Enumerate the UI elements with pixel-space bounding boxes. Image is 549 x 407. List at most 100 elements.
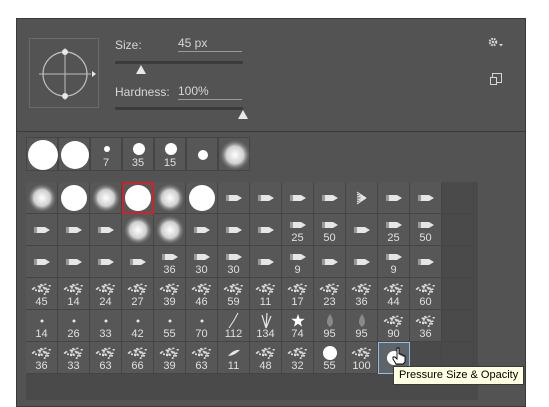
brush-preset[interactable] (346, 246, 378, 278)
brush-preset[interactable]: 9 (378, 246, 410, 278)
brush-preset[interactable]: 11 (218, 342, 250, 374)
brush-preset[interactable]: 36 (410, 310, 442, 342)
brush-preset[interactable] (410, 182, 442, 214)
brush-size-label: 70 (195, 328, 208, 340)
new-preset-icon[interactable] (490, 72, 502, 85)
brush-preset[interactable]: 33 (90, 310, 122, 342)
hardness-slider-thumb[interactable] (238, 110, 248, 119)
brush-preset[interactable]: 24 (90, 278, 122, 310)
brush-preset[interactable] (122, 182, 154, 214)
brush-preset[interactable]: 11 (250, 278, 282, 310)
brush-preset[interactable]: 50 (410, 214, 442, 246)
brush-preset[interactable]: 25 (378, 214, 410, 246)
recent-brush-preset[interactable]: 15 (154, 137, 186, 171)
brush-size-label: 14 (35, 328, 48, 340)
brush-preset[interactable]: 14 (58, 278, 90, 310)
brush-preset[interactable] (58, 182, 90, 214)
brush-preset[interactable]: 66 (122, 342, 154, 374)
brush-preset[interactable] (154, 214, 186, 246)
size-value-field[interactable]: 45 px (178, 36, 242, 52)
recent-brush-preset[interactable]: 35 (122, 137, 154, 171)
brush-preset[interactable]: 59 (218, 278, 250, 310)
brush-preset[interactable]: 74 (282, 310, 314, 342)
brush-preset[interactable]: 36 (26, 342, 58, 374)
size-slider-thumb[interactable] (135, 65, 146, 74)
brush-preset[interactable]: 32 (282, 342, 314, 374)
brush-preset[interactable] (90, 246, 122, 278)
brush-size-label: 30 (227, 264, 240, 276)
brush-preset[interactable]: 23 (314, 278, 346, 310)
brush-preset[interactable]: 95 (314, 310, 346, 342)
recent-brush-preset[interactable] (58, 137, 90, 171)
brush-preset[interactable]: 39 (154, 278, 186, 310)
brush-preset[interactable]: 46 (186, 278, 218, 310)
brush-preset[interactable]: 44 (378, 278, 410, 310)
brush-preset[interactable]: 25 (282, 214, 314, 246)
brush-preset[interactable] (90, 182, 122, 214)
brush-preset[interactable]: 26 (58, 310, 90, 342)
brush-preset[interactable] (186, 182, 218, 214)
brush-preset[interactable] (122, 214, 154, 246)
hardness-value-field[interactable]: 100% (178, 84, 242, 100)
brush-preset[interactable] (154, 182, 186, 214)
brush-preset[interactable] (314, 246, 346, 278)
brush-preset[interactable] (218, 182, 250, 214)
recent-brush-preset[interactable]: 7 (90, 137, 122, 171)
brush-preset[interactable]: 36 (346, 278, 378, 310)
recent-brush-preset[interactable] (26, 137, 58, 171)
brush-preset[interactable]: 17 (282, 278, 314, 310)
brush-preset[interactable] (90, 214, 122, 246)
brush-angle-roundness-widget[interactable] (29, 38, 99, 108)
gear-icon[interactable] (487, 36, 505, 50)
brush-preset[interactable] (26, 246, 58, 278)
brush-preset[interactable]: 55 (314, 342, 346, 374)
brush-preset[interactable]: 33 (58, 342, 90, 374)
brush-size-label: 134 (256, 328, 275, 340)
brush-preset[interactable]: 42 (122, 310, 154, 342)
recent-brush-preset[interactable] (186, 137, 218, 171)
brush-preset[interactable]: 48 (250, 342, 282, 374)
brush-preset[interactable]: 27 (122, 278, 154, 310)
brush-preset[interactable]: 63 (186, 342, 218, 374)
brush-preset[interactable] (346, 182, 378, 214)
brush-preset[interactable] (314, 182, 346, 214)
brush-size-label: 32 (291, 360, 304, 372)
brush-preset[interactable]: 60 (410, 278, 442, 310)
brush-preset[interactable] (346, 214, 378, 246)
brush-preset[interactable] (250, 246, 282, 278)
brush-preset[interactable]: 30 (186, 246, 218, 278)
brush-preset[interactable] (378, 182, 410, 214)
brush-preset[interactable] (218, 214, 250, 246)
brush-preset[interactable]: 100 (346, 342, 378, 374)
brush-preset[interactable] (410, 246, 442, 278)
brush-tip-icon (290, 195, 306, 201)
brush-preset[interactable]: 55 (154, 310, 186, 342)
brush-preset[interactable] (186, 214, 218, 246)
brush-preset[interactable] (122, 246, 154, 278)
brush-preset[interactable]: 30 (218, 246, 250, 278)
brush-preset[interactable] (250, 182, 282, 214)
brush-preset[interactable]: 14 (26, 310, 58, 342)
brush-preset[interactable] (26, 214, 58, 246)
brush-preset[interactable] (26, 182, 58, 214)
brush-preset[interactable]: 39 (154, 342, 186, 374)
brush-preset[interactable]: 9 (282, 246, 314, 278)
brush-preset[interactable] (58, 214, 90, 246)
brush-preset[interactable]: 63 (90, 342, 122, 374)
brush-preset[interactable]: 112 (218, 310, 250, 342)
brush-preset[interactable]: 70 (186, 310, 218, 342)
brush-preset[interactable]: 36 (154, 246, 186, 278)
brush-preset[interactable]: 95 (346, 310, 378, 342)
size-slider-track[interactable] (115, 61, 243, 64)
brush-preset[interactable] (58, 246, 90, 278)
brush-preset[interactable] (250, 214, 282, 246)
brush-tip-icon (130, 259, 146, 265)
brush-preset[interactable]: 90 (378, 310, 410, 342)
recent-brush-preset[interactable] (218, 137, 251, 171)
brush-tip-icon (61, 185, 87, 211)
brush-preset[interactable] (282, 182, 314, 214)
hardness-slider-track[interactable] (115, 107, 243, 110)
brush-preset[interactable]: 45 (26, 278, 58, 310)
brush-preset[interactable]: 134 (250, 310, 282, 342)
brush-preset[interactable]: 50 (314, 214, 346, 246)
